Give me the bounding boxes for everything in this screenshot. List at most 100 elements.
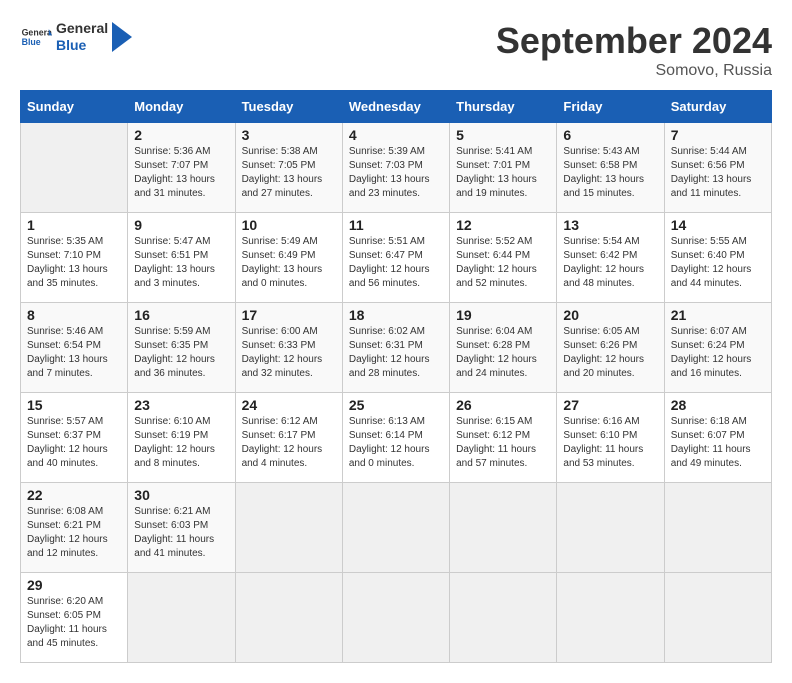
daylight-text: Daylight: 12 hours and 56 minutes. [349,264,430,289]
sunrise-text: Sunrise: 6:12 AM [242,416,318,427]
calendar-week-row: 8Sunrise: 5:46 AMSunset: 6:54 PMDaylight… [21,303,772,393]
calendar-body: 2Sunrise: 5:36 AMSunset: 7:07 PMDaylight… [21,123,772,663]
sunrise-text: Sunrise: 6:08 AM [27,506,103,517]
col-sunday: Sunday [21,91,128,123]
sunset-text: Sunset: 6:40 PM [671,250,745,261]
sunrise-text: Sunrise: 6:21 AM [134,506,210,517]
daylight-text: Daylight: 12 hours and 0 minutes. [349,444,430,469]
daylight-text: Daylight: 12 hours and 12 minutes. [27,534,108,559]
day-number: 25 [349,397,443,413]
day-number: 27 [563,397,657,413]
day-number: 26 [456,397,550,413]
calendar-cell: 13Sunrise: 5:54 AMSunset: 6:42 PMDayligh… [557,213,664,303]
day-info: Sunrise: 5:44 AMSunset: 6:56 PMDaylight:… [671,145,765,201]
calendar-cell: 1Sunrise: 5:35 AMSunset: 7:10 PMDaylight… [21,213,128,303]
sunset-text: Sunset: 6:44 PM [456,250,530,261]
day-info: Sunrise: 6:02 AMSunset: 6:31 PMDaylight:… [349,325,443,381]
day-number: 24 [242,397,336,413]
daylight-text: Daylight: 13 hours and 19 minutes. [456,174,537,199]
calendar-week-row: 22Sunrise: 6:08 AMSunset: 6:21 PMDayligh… [21,483,772,573]
daylight-text: Daylight: 12 hours and 48 minutes. [563,264,644,289]
logo-icon: General Blue [20,21,52,53]
calendar-cell: 21Sunrise: 6:07 AMSunset: 6:24 PMDayligh… [664,303,771,393]
day-number: 7 [671,127,765,143]
sunrise-text: Sunrise: 5:54 AM [563,236,639,247]
sunrise-text: Sunrise: 5:39 AM [349,146,425,157]
calendar-cell [342,483,449,573]
day-info: Sunrise: 6:12 AMSunset: 6:17 PMDaylight:… [242,415,336,471]
sunset-text: Sunset: 6:07 PM [671,430,745,441]
day-info: Sunrise: 5:46 AMSunset: 6:54 PMDaylight:… [27,325,121,381]
sunset-text: Sunset: 6:19 PM [134,430,208,441]
sunset-text: Sunset: 7:03 PM [349,160,423,171]
day-number: 14 [671,217,765,233]
daylight-text: Daylight: 11 hours and 49 minutes. [671,444,751,469]
calendar-cell [557,573,664,663]
sunrise-text: Sunrise: 5:49 AM [242,236,318,247]
day-number: 28 [671,397,765,413]
day-info: Sunrise: 6:20 AMSunset: 6:05 PMDaylight:… [27,595,121,651]
day-info: Sunrise: 6:00 AMSunset: 6:33 PMDaylight:… [242,325,336,381]
calendar-table: Sunday Monday Tuesday Wednesday Thursday… [20,90,772,663]
header: General Blue General Blue September 2024… [20,20,772,80]
day-info: Sunrise: 5:35 AMSunset: 7:10 PMDaylight:… [27,235,121,291]
calendar-cell: 28 Sunrise: 6:18 AMSunset: 6:07 PMDayligh… [664,393,771,483]
page-container: General Blue General Blue September 2024… [20,20,772,663]
day-info: Sunrise: 6:05 AMSunset: 6:26 PMDaylight:… [563,325,657,381]
daylight-text: Daylight: 12 hours and 32 minutes. [242,354,323,379]
day-number: 21 [671,307,765,323]
daylight-text: Daylight: 13 hours and 23 minutes. [349,174,430,199]
logo-general: General [56,20,108,37]
sunrise-text: Sunrise: 5:51 AM [349,236,425,247]
calendar-cell [128,573,235,663]
day-info: Sunrise: 6:21 AMSunset: 6:03 PMDaylight:… [134,505,228,561]
day-info: Sunrise: 5:47 AMSunset: 6:51 PMDaylight:… [134,235,228,291]
day-number: 16 [134,307,228,323]
sunset-text: Sunset: 6:35 PM [134,340,208,351]
col-thursday: Thursday [450,91,557,123]
calendar-cell: 3Sunrise: 5:38 AMSunset: 7:05 PMDaylight… [235,123,342,213]
day-info: Sunrise: 5:52 AMSunset: 6:44 PMDaylight:… [456,235,550,291]
sunset-text: Sunset: 6:33 PM [242,340,316,351]
col-friday: Friday [557,91,664,123]
day-info: Sunrise: 5:55 AMSunset: 6:40 PMDaylight:… [671,235,765,291]
daylight-text: Daylight: 12 hours and 8 minutes. [134,444,215,469]
day-number: 23 [134,397,228,413]
daylight-text: Daylight: 13 hours and 0 minutes. [242,264,323,289]
daylight-text: Daylight: 13 hours and 11 minutes. [671,174,752,199]
logo-blue: Blue [56,37,108,54]
day-info: Sunrise: 6:13 AMSunset: 6:14 PMDaylight:… [349,415,443,471]
sunrise-text: Sunrise: 6:20 AM [27,596,103,607]
day-info: Sunrise: 6:18 AMSunset: 6:07 PMDaylight:… [671,415,765,471]
logo-arrow-icon [112,22,132,52]
title-area: September 2024 Somovo, Russia [496,20,772,80]
daylight-text: Daylight: 11 hours and 57 minutes. [456,444,536,469]
day-number: 20 [563,307,657,323]
calendar-cell [664,573,771,663]
sunrise-text: Sunrise: 5:47 AM [134,236,210,247]
sunrise-text: Sunrise: 5:41 AM [456,146,532,157]
calendar-cell: 8Sunrise: 5:46 AMSunset: 6:54 PMDaylight… [21,303,128,393]
sunrise-text: Sunrise: 6:16 AM [563,416,639,427]
day-number: 5 [456,127,550,143]
col-monday: Monday [128,91,235,123]
day-number: 30 [134,487,228,503]
sunset-text: Sunset: 6:26 PM [563,340,637,351]
calendar-cell: 14 Sunrise: 5:55 AMSunset: 6:40 PMDayligh… [664,213,771,303]
day-info: Sunrise: 6:15 AMSunset: 6:12 PMDaylight:… [456,415,550,471]
col-saturday: Saturday [664,91,771,123]
day-number: 22 [27,487,121,503]
calendar-cell: 10 Sunrise: 5:49 AM Sunset: 6:49 PM Dayligh… [235,213,342,303]
daylight-text: Daylight: 13 hours and 3 minutes. [134,264,215,289]
sunrise-text: Sunrise: 5:43 AM [563,146,639,157]
calendar-cell: 19Sunrise: 6:04 AMSunset: 6:28 PMDayligh… [450,303,557,393]
day-number: 12 [456,217,550,233]
day-number: 2 [134,127,228,143]
sunset-text: Sunset: 6:58 PM [563,160,637,171]
daylight-text: Daylight: 11 hours and 41 minutes. [134,534,214,559]
svg-text:General: General [22,27,52,37]
calendar-cell: 20 Sunrise: 6:05 AMSunset: 6:26 PMDayligh… [557,303,664,393]
day-number: 10 [242,217,336,233]
sunset-text: Sunset: 6:49 PM [242,250,316,261]
sunset-text: Sunset: 6:42 PM [563,250,637,261]
